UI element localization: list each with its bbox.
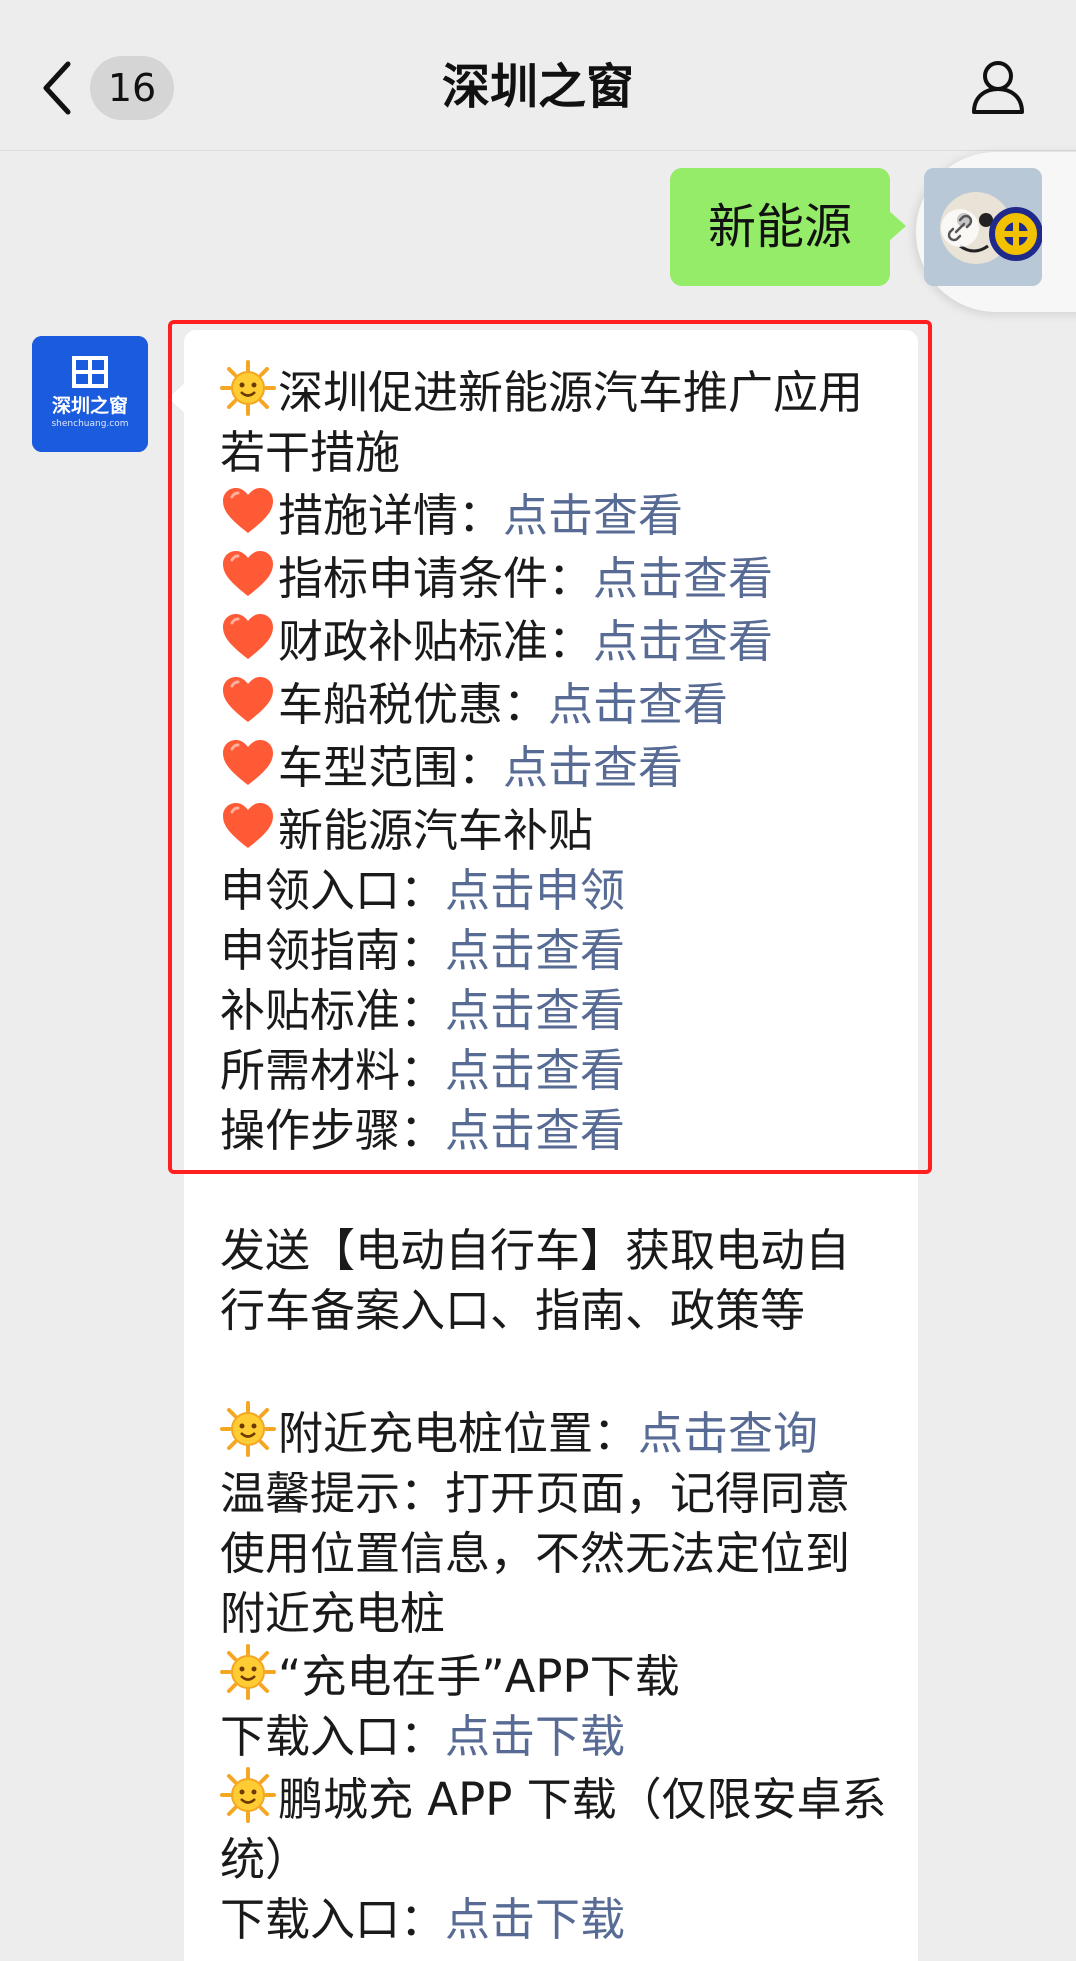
charging-label: 附近充电桩位置： <box>278 1407 639 1460</box>
download-label: 下载入口： <box>220 1710 446 1763</box>
app2-title-line: 鹏城充 APP 下载（仅限安卓系统） <box>220 1767 890 1890</box>
my-message-bubble[interactable]: 新能源 <box>670 168 906 286</box>
profile-icon <box>972 61 1024 114</box>
oa-logo-icon: 深圳之窗 shenchuang.com <box>32 336 148 452</box>
sun-emoji-icon <box>220 1767 276 1823</box>
app1-title: “充电在手”APP下载 <box>278 1650 680 1703</box>
app1-title-line: “充电在手”APP下载 <box>220 1644 890 1707</box>
chat-screen: 16 深圳之窗 新能源 深圳之窗 shenchuang.com 深圳促进新能源汽… <box>0 0 1076 1961</box>
ebike-text: 发送【电动自行车】获取电动自行车备案入口、指南、政策等 <box>220 1224 851 1337</box>
highlight-box <box>168 320 932 1174</box>
tip-text: 温馨提示：打开页面，记得同意使用位置信息，不然无法定位到附近充电桩 <box>220 1467 851 1640</box>
charging-query-link[interactable]: 点击查询 <box>638 1407 818 1460</box>
app2-download-link[interactable]: 点击下载 <box>445 1893 625 1946</box>
link-icon <box>941 209 979 247</box>
sun-emoji-icon <box>220 1401 276 1457</box>
app2-download-line: 下载入口：点击下载 <box>220 1890 890 1950</box>
charging-line: 附近充电桩位置：点击查询 <box>220 1401 890 1464</box>
app1-download-link[interactable]: 点击下载 <box>445 1710 625 1763</box>
download-label: 下载入口： <box>220 1893 446 1946</box>
svg-text:深圳之窗: 深圳之窗 <box>52 394 128 417</box>
my-avatar[interactable] <box>924 168 1042 286</box>
sun-emoji-icon <box>220 1644 276 1700</box>
page-title: 深圳之窗 <box>441 59 634 115</box>
top-bar: 16 深圳之窗 <box>0 0 1076 151</box>
app1-download-line: 下载入口：点击下载 <box>220 1707 890 1767</box>
profile-button[interactable] <box>968 56 1028 116</box>
svg-text:shenchuang.com: shenchuang.com <box>51 419 128 429</box>
app2-title: 鹏城充 APP 下载（仅限安卓系统） <box>220 1773 887 1886</box>
official-account-avatar[interactable]: 深圳之窗 shenchuang.com <box>32 336 148 452</box>
